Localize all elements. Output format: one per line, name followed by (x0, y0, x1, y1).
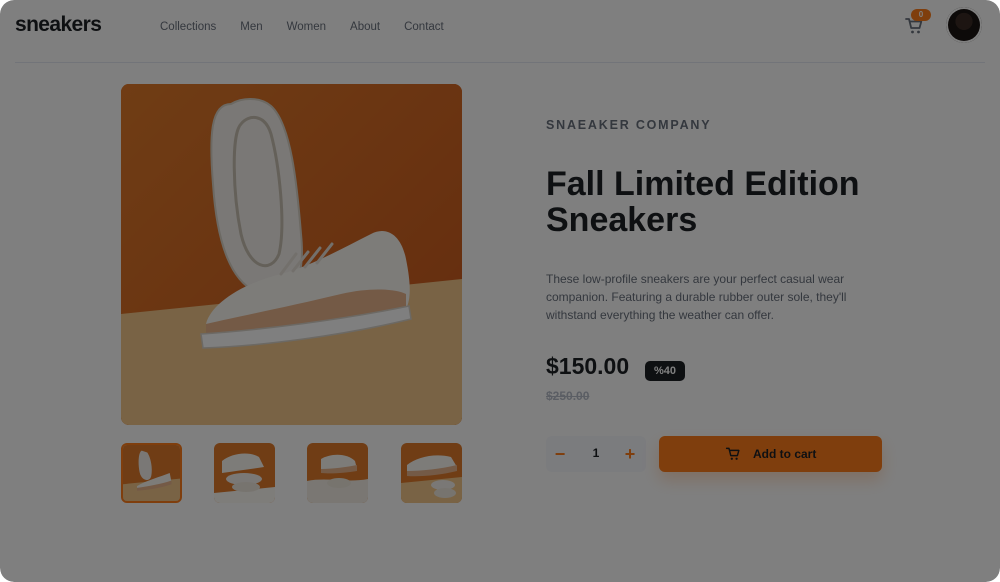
main-nav: Collections Men Women About Contact (160, 21, 468, 33)
quantity-stepper: − 1 + (546, 436, 646, 472)
thumbnail-3[interactable] (307, 443, 368, 503)
nav-about[interactable]: About (350, 21, 380, 33)
company-name: SNAEAKER COMPANY (546, 118, 712, 132)
original-price: $250.00 (546, 389, 590, 403)
increase-quantity-button[interactable]: + (620, 444, 640, 464)
logo[interactable]: sneakers (15, 13, 102, 37)
site-header: sneakers Collections Men Women About Con… (0, 0, 1000, 62)
cart-count-badge: 0 (911, 9, 931, 21)
thumbnail-4-image (401, 443, 462, 503)
thumbnail-1-image (123, 445, 180, 501)
cart-icon (725, 447, 740, 460)
nav-contact[interactable]: Contact (404, 21, 444, 33)
sneaker-photo (121, 84, 462, 425)
current-price: $150.00 (546, 353, 630, 379)
decrease-quantity-button[interactable]: − (550, 444, 570, 464)
nav-collections[interactable]: Collections (160, 21, 216, 33)
avatar[interactable] (946, 7, 982, 43)
discount-badge: %40 (645, 361, 685, 381)
product-title: Fall Limited Edition Sneakers (546, 165, 860, 239)
add-to-cart-label: Add to cart (753, 447, 817, 461)
header-divider (15, 62, 985, 63)
nav-men[interactable]: Men (240, 21, 262, 33)
thumbnail-3-image (307, 443, 368, 503)
thumbnail-4[interactable] (401, 443, 462, 503)
app-frame: sneakers Collections Men Women About Con… (0, 0, 1000, 582)
thumbnail-2[interactable] (214, 443, 275, 503)
product-main-image[interactable] (121, 84, 462, 425)
quantity-value: 1 (592, 446, 600, 460)
thumbnail-2-image (214, 443, 275, 503)
nav-women[interactable]: Women (287, 21, 326, 33)
product-description: These low-profile sneakers are your perf… (546, 272, 847, 322)
add-to-cart-button[interactable]: Add to cart (659, 436, 882, 472)
thumbnail-1[interactable] (121, 443, 182, 503)
